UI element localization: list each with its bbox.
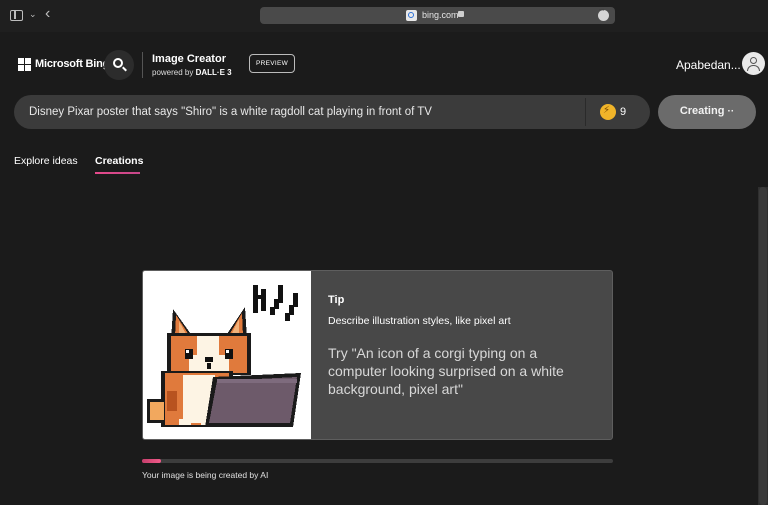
site-header: Microsoft Bing Image Creator powered by …	[0, 40, 768, 90]
create-button-label: Creating ··	[679, 105, 735, 117]
create-button[interactable]: Creating ··	[658, 95, 756, 129]
tip-description: Describe illustration styles, like pixel…	[328, 315, 511, 327]
boost-count: 9	[620, 106, 627, 118]
scrollbar-thumb[interactable]	[759, 187, 767, 505]
prompt-input[interactable]: Disney Pixar poster that says "Shiro" is…	[14, 95, 650, 129]
active-tab-indicator	[95, 172, 140, 174]
progress-fill	[142, 459, 161, 463]
lock-icon	[458, 11, 464, 17]
url-text: bing.com	[422, 10, 459, 20]
more-options-icon[interactable]	[598, 8, 609, 21]
avatar[interactable]	[742, 52, 765, 75]
tab-explore-ideas[interactable]: Explore ideas	[14, 155, 78, 167]
microsoft-logo-icon[interactable]	[18, 58, 31, 71]
tip-card: Tip Describe illustration styles, like p…	[142, 270, 613, 440]
preview-badge: PREVIEW	[249, 54, 295, 73]
address-bar[interactable]: bing.com	[260, 7, 615, 24]
header-divider	[142, 52, 143, 78]
user-icon	[750, 57, 757, 64]
tip-title: Tip	[328, 294, 345, 306]
prompt-text[interactable]: Disney Pixar poster that says "Shiro" is…	[29, 106, 432, 118]
sidebar-toggle-icon[interactable]	[10, 10, 23, 21]
app-title[interactable]: Image Creator	[152, 53, 226, 65]
progress-label: Your image is being created by AI	[142, 470, 269, 480]
boost-icon[interactable]	[600, 104, 616, 120]
back-arrow-icon[interactable]: ‹	[45, 5, 50, 23]
tab-creations[interactable]: Creations	[95, 155, 143, 167]
site-favicon-icon	[406, 10, 417, 21]
brand-link[interactable]: Microsoft Bing	[35, 58, 109, 70]
prompt-divider	[585, 98, 586, 126]
pixel-corgi-illustration	[143, 271, 311, 439]
search-button[interactable]	[104, 50, 134, 80]
browser-toolbar: ⌄ ‹ bing.com	[0, 0, 768, 32]
tip-example: Try "An icon of a corgi typing on a comp…	[328, 345, 564, 397]
chevron-down-icon[interactable]: ⌄	[29, 9, 37, 20]
user-name[interactable]: Apabedan...	[676, 58, 741, 72]
page-scrollbar[interactable]	[758, 187, 768, 505]
app-subtitle: powered by DALL·E 3	[152, 68, 232, 77]
progress-bar	[142, 459, 613, 463]
